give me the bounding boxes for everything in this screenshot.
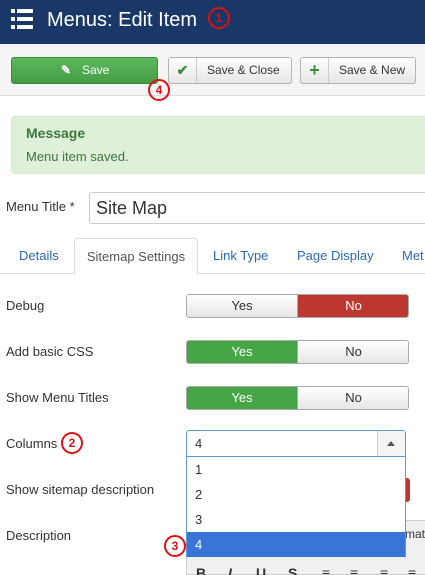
editor-format-tab[interactable]: mat [405,527,425,541]
add-css-no-button[interactable]: No [298,341,408,363]
annotation-badge-2: 2 [61,432,83,454]
columns-option-1[interactable]: 1 [187,457,405,482]
annotation-badge-4: 4 [148,79,170,101]
debug-label: Debug [6,298,45,313]
add-css-label: Add basic CSS [6,344,94,359]
tab-details[interactable]: Details [19,238,59,274]
add-css-toggle: Yes No [186,340,409,364]
debug-yes-button[interactable]: Yes [187,295,298,317]
page-title: Menus: Edit Item [47,9,198,31]
tab-bar: Details Sitemap Settings Link Type Page … [0,238,425,275]
annotation-badge-1: 1 [208,7,230,29]
columns-label: Columns [6,436,58,451]
message-body: Menu item saved. [26,149,129,164]
debug-toggle: Yes No [186,294,409,318]
columns-select[interactable]: 4 [186,430,406,457]
bold-icon[interactable]: B [196,565,206,575]
show-menu-titles-toggle: Yes No [186,386,409,410]
editor-toolbar: B I U S ≡ ≡ ≡ ≡ [186,565,425,575]
columns-option-3[interactable]: 3 [187,507,405,532]
columns-dropdown: 1 2 3 4 [186,457,406,557]
success-message: Message Menu item saved. [11,116,425,174]
save-button[interactable]: ✎ Save [11,57,158,84]
align-justify-icon[interactable]: ≡ [408,565,416,575]
add-css-yes-button[interactable]: Yes [187,341,298,363]
tab-metadata[interactable]: Met [402,238,424,274]
align-left-icon[interactable]: ≡ [322,565,330,575]
save-new-label: Save & New [339,63,406,77]
edit-icon: ✎ [60,63,72,77]
menu-title-label: Menu Title * [6,199,75,214]
align-right-icon[interactable]: ≡ [380,565,388,575]
columns-option-4[interactable]: 4 [187,532,405,557]
show-description-label: Show sitemap description [6,482,155,497]
menu-list-icon[interactable] [11,9,33,29]
chevron-up-icon[interactable] [377,431,405,456]
save-close-button[interactable]: ✔ Save & Close [168,57,292,84]
show-menu-titles-yes-button[interactable]: Yes [187,387,298,409]
debug-no-button[interactable]: No [298,295,408,317]
message-heading: Message [26,125,86,141]
underline-icon[interactable]: U [256,565,266,575]
columns-option-2[interactable]: 2 [187,482,405,507]
page-header: Menus: Edit Item 1 [0,0,425,44]
tab-link-type[interactable]: Link Type [213,238,268,274]
columns-select-value: 4 [195,436,203,451]
show-menu-titles-label: Show Menu Titles [6,390,109,405]
annotation-badge-3: 3 [164,535,186,557]
check-icon: ✔ [169,58,197,83]
tab-page-display[interactable]: Page Display [297,238,374,274]
italic-icon[interactable]: I [228,565,232,575]
show-menu-titles-no-button[interactable]: No [298,387,408,409]
align-center-icon[interactable]: ≡ [350,565,358,575]
save-close-label: Save & Close [207,63,280,77]
strikethrough-icon[interactable]: S [288,565,297,575]
save-button-label: Save [82,63,110,77]
description-label: Description [6,528,72,543]
tab-sitemap-settings[interactable]: Sitemap Settings [74,238,198,275]
save-new-button[interactable]: + Save & New [300,57,416,84]
plus-icon: + [301,58,329,83]
menu-title-input[interactable]: Site Map [89,192,425,224]
toolbar: ✎ Save ✔ Save & Close + Save & New [0,44,425,96]
